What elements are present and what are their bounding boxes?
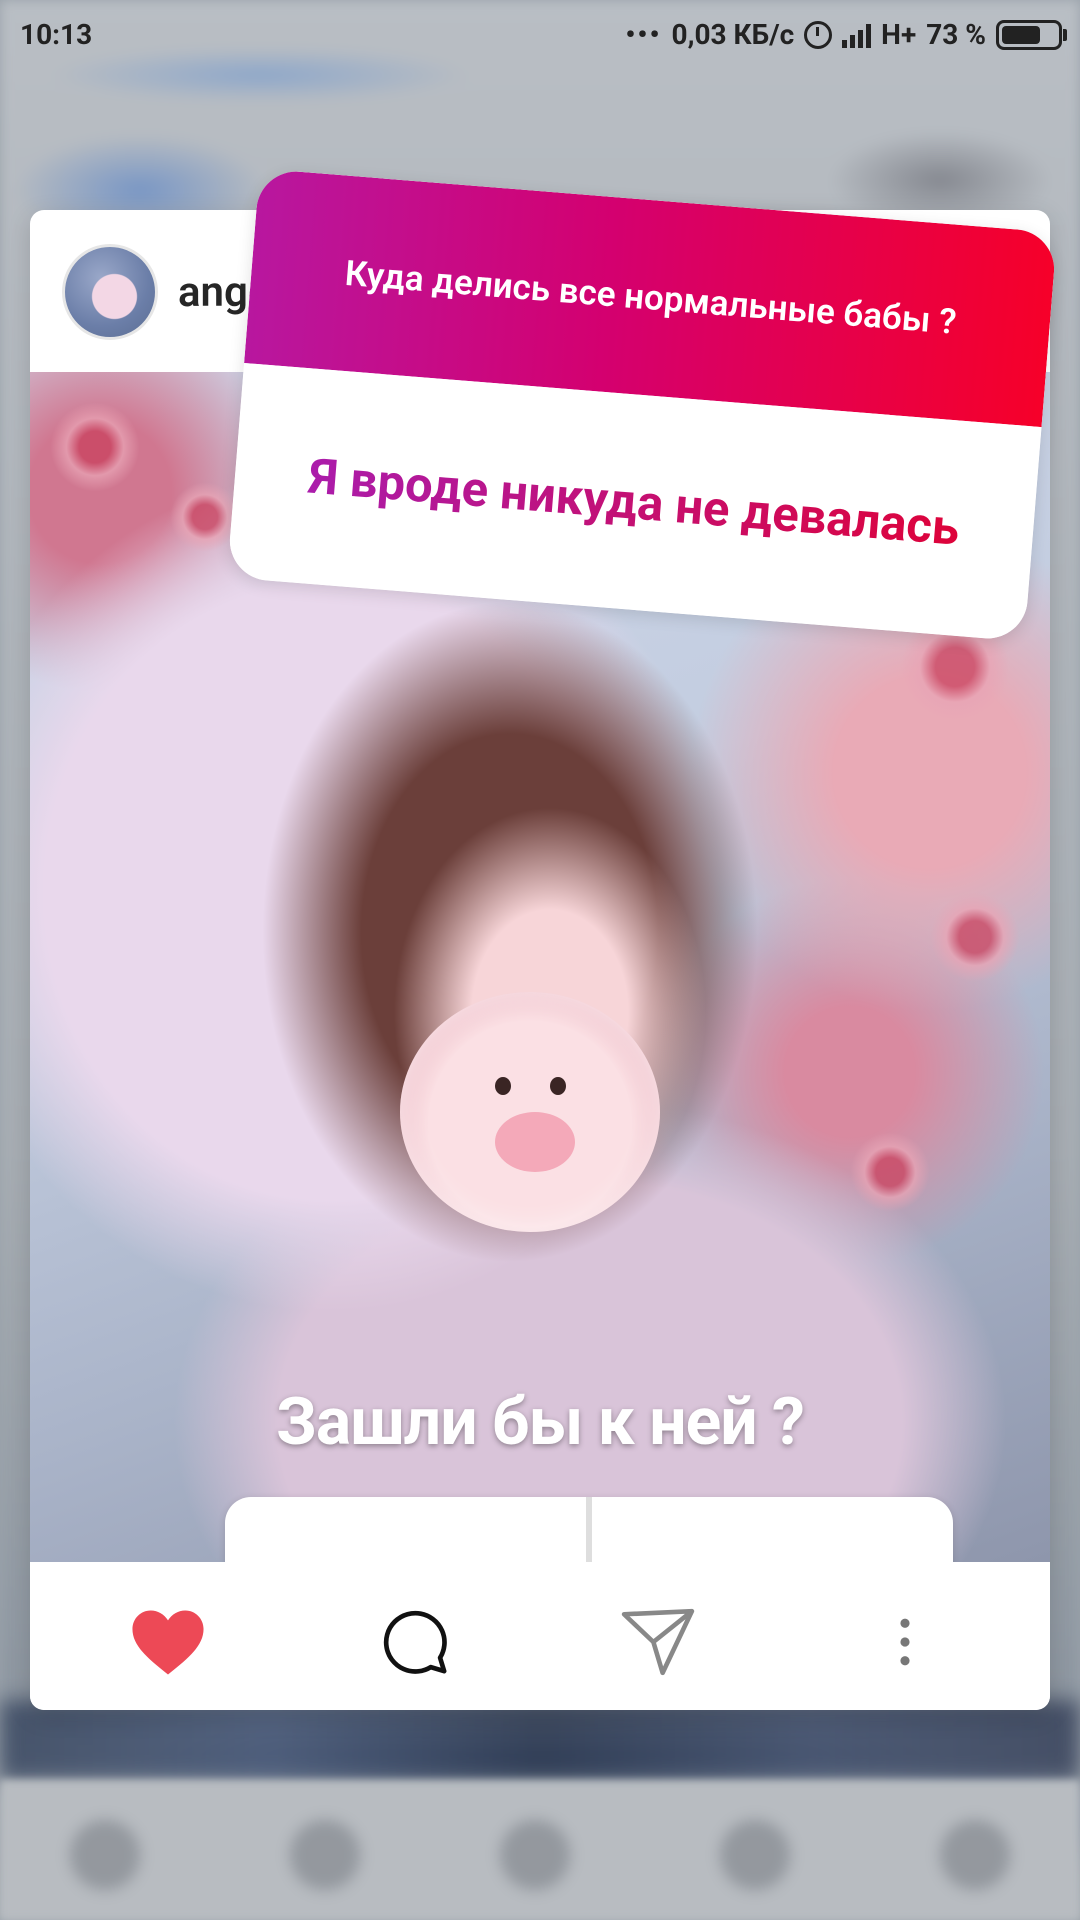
- comment-icon: [383, 1610, 447, 1674]
- blurred-background-strip: [0, 1700, 1080, 1780]
- network-type: H+: [881, 18, 917, 51]
- send-icon: [621, 1608, 695, 1676]
- heart-icon: [132, 1610, 204, 1675]
- question-sticker: Куда делись все нормальные бабы ? Я врод…: [226, 168, 1058, 642]
- status-bar: 10:13 ••• 0,03 КБ/с H+ 73 %: [0, 0, 1080, 72]
- lollipop-image: [400, 992, 660, 1232]
- status-time: 10:13: [20, 18, 93, 51]
- alarm-icon: [804, 20, 833, 49]
- signal-icon: [842, 22, 872, 48]
- more-options-button[interactable]: [865, 1602, 945, 1682]
- blurred-bottom-nav: [0, 1780, 1080, 1920]
- comment-button[interactable]: [375, 1602, 455, 1682]
- more-vertical-icon: [900, 1618, 910, 1666]
- avatar[interactable]: [62, 244, 158, 340]
- poll-option-no[interactable]: -: [592, 1497, 953, 1562]
- poll-option-yes[interactable]: +: [225, 1497, 586, 1562]
- share-button[interactable]: [618, 1602, 698, 1682]
- battery-percent: 73 %: [926, 18, 986, 51]
- poll-sticker: + -: [225, 1497, 953, 1562]
- network-speed: 0,03 КБ/с: [671, 18, 795, 51]
- post-actions: [30, 1562, 1050, 1710]
- notification-dots: •••: [625, 18, 662, 51]
- like-button[interactable]: [128, 1602, 208, 1682]
- story-caption: Зашли бы к ней ?: [276, 1384, 805, 1461]
- battery-icon: [996, 19, 1067, 50]
